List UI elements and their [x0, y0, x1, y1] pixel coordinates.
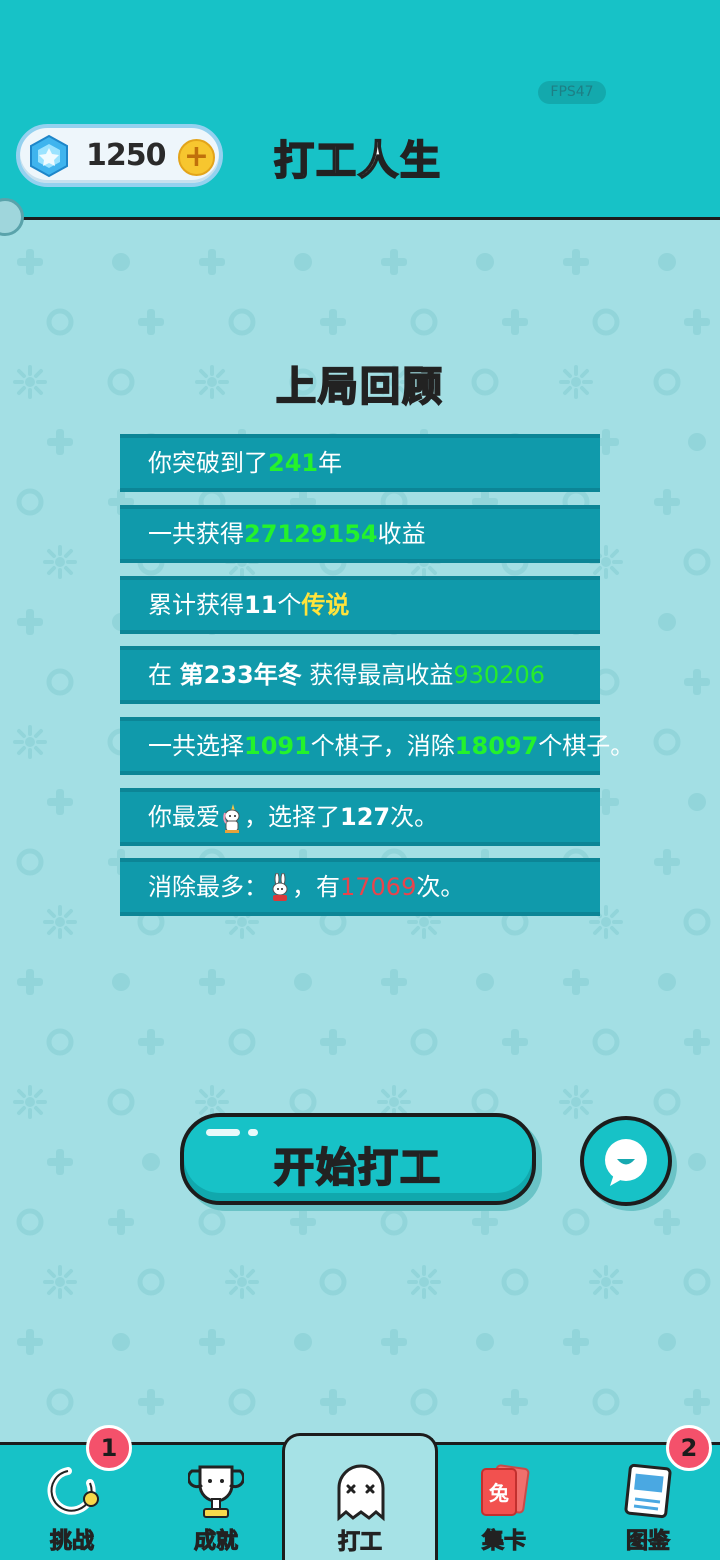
diamond-icon — [30, 134, 68, 178]
stat-text: 你最爱 — [148, 803, 220, 831]
stat-text: 个 — [277, 591, 302, 619]
stat-text: 消除最多： — [148, 873, 268, 901]
card-icon: 兔 — [481, 1464, 530, 1516]
stat-text: 你突破到了 — [148, 449, 268, 477]
ghost-icon — [337, 1464, 385, 1522]
nav-tab-work[interactable]: 打工 — [282, 1433, 438, 1560]
legendary-label: 传说 — [301, 591, 350, 619]
stat-value: 27129154 — [244, 520, 378, 548]
stat-value: 930206 — [453, 661, 546, 689]
fps-counter: FPS47 — [538, 81, 606, 104]
challenge-icon — [47, 1467, 99, 1515]
stat-text: 获得最高收益 — [301, 661, 454, 689]
stat-text: 一共获得 — [148, 520, 244, 548]
stat-row-best-income: 在 第233年冬 获得最高收益930206 — [120, 646, 600, 704]
trophy-icon — [188, 1465, 244, 1518]
stat-row-favorite: 你最爱 ，选择了127次。 — [120, 788, 600, 846]
top-bar: FPS47 1250 + 打工人生 — [0, 0, 720, 220]
stat-row-most-cleared: 消除最多： ，有17069次。 — [120, 858, 600, 916]
stat-text: 收益 — [377, 520, 426, 548]
stat-value: 11 — [244, 591, 278, 619]
start-work-button[interactable]: 开始打工 — [180, 1113, 536, 1205]
nav-label: 图鉴 — [625, 1529, 670, 1555]
stat-text: ，有 — [292, 873, 340, 901]
stat-text: 累计获得 — [148, 591, 244, 619]
stat-row-pieces: 一共选择1091个棋子，消除18097个棋子。 — [120, 717, 634, 775]
start-work-label: 开始打工 — [273, 1144, 442, 1192]
chat-button[interactable] — [580, 1116, 672, 1206]
gem-balance: 1250 + — [16, 124, 223, 187]
handbook-icon — [624, 1463, 672, 1519]
chat-bubble-icon — [605, 1139, 647, 1186]
nav-label: 集卡 — [481, 1529, 526, 1555]
review-title: 上局回顾 — [275, 363, 444, 411]
stat-value: 17069 — [340, 873, 417, 901]
unicorn-character-icon — [223, 804, 240, 833]
stat-text: 一共选择 — [148, 732, 244, 760]
nav-label: 打工 — [337, 1530, 382, 1556]
challenge-badge: 1 — [86, 1425, 132, 1471]
nav-tab-cards[interactable]: 兔 集卡 — [432, 1445, 576, 1560]
nav-label: 成就 — [193, 1529, 238, 1555]
stat-text: 次。 — [390, 803, 439, 831]
stat-text: 个棋子。 — [538, 732, 635, 760]
stat-text: 在 — [148, 661, 180, 689]
page-title: 打工人生 — [273, 137, 442, 185]
handbook-badge: 2 — [666, 1425, 712, 1471]
stat-text: 个棋子，消除 — [310, 732, 455, 760]
stat-value: 第233年冬 — [179, 661, 302, 689]
stat-value: 127 — [340, 803, 391, 831]
stat-text: 年 — [318, 449, 343, 477]
stat-value: 241 — [268, 449, 319, 477]
stat-value: 1091 — [244, 732, 311, 760]
add-gems-button[interactable]: + — [178, 139, 215, 176]
gem-count: 1250 — [86, 138, 166, 173]
stat-text: 次。 — [416, 873, 465, 901]
nav-label: 挑战 — [49, 1529, 94, 1555]
stat-row-level: 你突破到了241年 — [120, 434, 600, 492]
card-label: 兔 — [488, 1481, 509, 1505]
nav-tab-achievements[interactable]: 成就 — [144, 1445, 288, 1560]
stat-text: ，选择了 — [244, 803, 340, 831]
rabbit-character-icon — [272, 873, 288, 901]
plus-icon: + — [183, 139, 210, 174]
stat-value: 18097 — [454, 732, 539, 760]
stat-row-legendary: 累计获得11个传说 — [120, 576, 600, 634]
stat-row-income: 一共获得27129154收益 — [120, 505, 600, 563]
